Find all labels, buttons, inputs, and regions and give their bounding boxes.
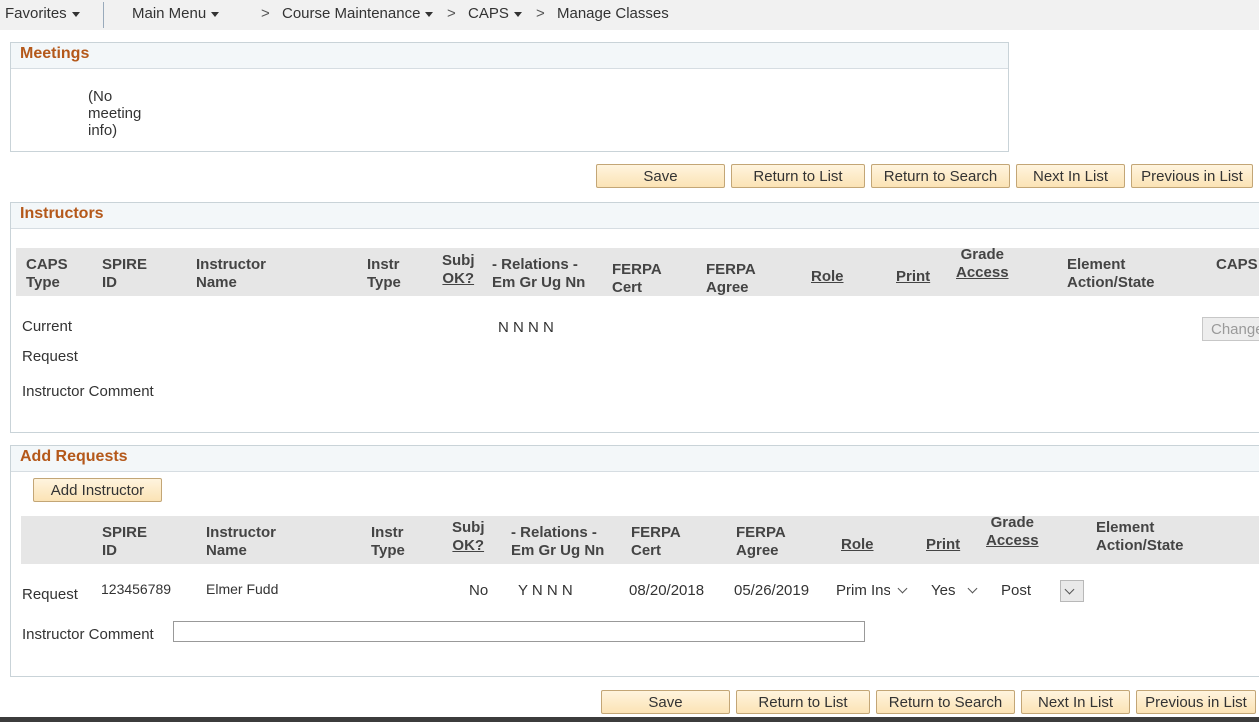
- caps-label: CAPS: [468, 5, 509, 22]
- return-to-search-button[interactable]: Return to Search: [871, 164, 1010, 188]
- instructors-title: Instructors: [20, 205, 104, 222]
- instructor-comment-input[interactable]: [173, 621, 865, 642]
- col-spire-id: SPIRE ID: [102, 256, 148, 291]
- request-spire-id: 123456789: [101, 581, 172, 597]
- col-caps: CAPS: [1216, 256, 1258, 273]
- print-select-value: Yes: [931, 582, 956, 599]
- return-to-list-button[interactable]: Return to List: [731, 164, 865, 188]
- role-select-value: Prim Ins: [836, 582, 890, 599]
- favorites-menu[interactable]: Favorites: [5, 5, 80, 22]
- course-maintenance-label: Course Maintenance: [282, 5, 421, 22]
- req-col-ferpa-agree: FERPA Agree: [736, 524, 786, 559]
- req-col-role[interactable]: Role: [841, 536, 874, 554]
- breadcrumb-current-page: Manage Classes: [557, 5, 669, 22]
- col-role[interactable]: Role: [811, 268, 844, 286]
- element-action-state-select[interactable]: [1060, 580, 1084, 602]
- chevron-down-icon: [1064, 584, 1075, 595]
- instructors-header: Instructors: [11, 203, 1259, 229]
- grade-access-value: Post: [1001, 582, 1032, 599]
- taskbar-edge: [0, 717, 1259, 722]
- current-row-label: Current: [22, 318, 73, 335]
- col-grade-access[interactable]: Grade Access: [956, 246, 1009, 282]
- meetings-title: Meetings: [20, 45, 90, 62]
- previous-in-list-button[interactable]: Previous in List: [1131, 164, 1253, 188]
- req-col-print[interactable]: Print: [926, 536, 960, 554]
- col-ferpa-cert: FERPA Cert: [612, 261, 662, 296]
- req-col-relations: - Relations - Em Gr Ug Nn: [511, 524, 605, 559]
- favorites-label: Favorites: [5, 5, 67, 22]
- save-button[interactable]: Save: [596, 164, 725, 188]
- no-meeting-line-3: info): [88, 122, 118, 139]
- main-menu[interactable]: Main Menu: [132, 5, 220, 22]
- breadcrumb-caps[interactable]: CAPS: [468, 5, 522, 22]
- request-ferpa-agree: 05/26/2019: [734, 582, 810, 599]
- nav-divider: [103, 2, 104, 28]
- req-col-instructor-name: Instructor Name: [206, 524, 277, 559]
- breadcrumb-separator: >: [536, 5, 545, 22]
- col-relations: - Relations - Em Gr Ug Nn: [492, 256, 586, 291]
- add-instructor-comment-label: Instructor Comment: [22, 626, 154, 643]
- chevron-down-icon: [425, 11, 434, 17]
- no-meeting-line-1: (No: [88, 88, 113, 105]
- breadcrumb-separator: >: [447, 5, 456, 22]
- instructor-comment-label: Instructor Comment: [22, 383, 154, 400]
- col-element-action-state: Element Action/State: [1067, 256, 1155, 291]
- next-in-list-button[interactable]: Next In List: [1016, 164, 1125, 188]
- req-col-ferpa-cert: FERPA Cert: [631, 524, 681, 559]
- breadcrumb-bar: Favorites Main Menu > Course Maintenance…: [0, 0, 1259, 30]
- change-button[interactable]: Change: [1202, 317, 1259, 341]
- chevron-down-icon: [211, 11, 220, 17]
- return-to-search-button-bottom[interactable]: Return to Search: [876, 690, 1015, 714]
- request-subj-ok: No: [469, 582, 489, 599]
- chevron-down-icon: [897, 583, 908, 594]
- req-col-instr-type: Instr Type: [371, 524, 405, 559]
- save-button-bottom[interactable]: Save: [601, 690, 730, 714]
- chevron-down-icon: [71, 11, 80, 17]
- instructors-section: Instructors: [10, 202, 1259, 433]
- role-select[interactable]: Prim Ins: [836, 582, 916, 599]
- req-col-spire-id: SPIRE ID: [102, 524, 148, 559]
- req-col-element-action-state: Element Action/State: [1096, 519, 1184, 554]
- breadcrumb-course-maintenance[interactable]: Course Maintenance: [282, 5, 434, 22]
- add-requests-title: Add Requests: [20, 448, 128, 465]
- return-to-list-button-bottom[interactable]: Return to List: [736, 690, 870, 714]
- col-ferpa-agree: FERPA Agree: [706, 261, 756, 296]
- col-caps-type: CAPS Type: [26, 256, 68, 291]
- chevron-down-icon: [968, 583, 978, 594]
- main-menu-label: Main Menu: [132, 5, 207, 22]
- col-instructor-name: Instructor Name: [196, 256, 267, 291]
- no-meeting-info: (No meeting info): [88, 88, 141, 139]
- meetings-section: Meetings (No meeting info): [10, 42, 1009, 152]
- add-requests-header: Add Requests: [11, 446, 1259, 472]
- col-subj-ok[interactable]: Subj OK?: [442, 252, 475, 288]
- col-instr-type: Instr Type: [367, 256, 401, 291]
- chevron-down-icon: [513, 11, 522, 17]
- request-label: Request: [22, 586, 78, 603]
- previous-in-list-button-bottom[interactable]: Previous in List: [1136, 690, 1256, 714]
- request-ferpa-cert: 08/20/2018: [629, 582, 705, 599]
- add-instructor-button[interactable]: Add Instructor: [33, 478, 162, 502]
- request-relations: Y N N N: [518, 582, 573, 599]
- req-col-subj-ok[interactable]: Subj OK?: [452, 519, 485, 555]
- breadcrumb-separator: >: [261, 5, 270, 22]
- req-col-grade-access[interactable]: Grade Access: [986, 514, 1039, 550]
- print-select[interactable]: Yes: [931, 582, 978, 599]
- request-instructor-name: Elmer Fudd: [206, 581, 279, 597]
- col-print[interactable]: Print: [896, 268, 930, 286]
- meetings-header: Meetings: [11, 43, 1008, 69]
- next-in-list-button-bottom[interactable]: Next In List: [1021, 690, 1130, 714]
- request-row-label: Request: [22, 348, 78, 365]
- current-relations: N N N N: [498, 319, 554, 336]
- no-meeting-line-2: meeting: [88, 105, 142, 122]
